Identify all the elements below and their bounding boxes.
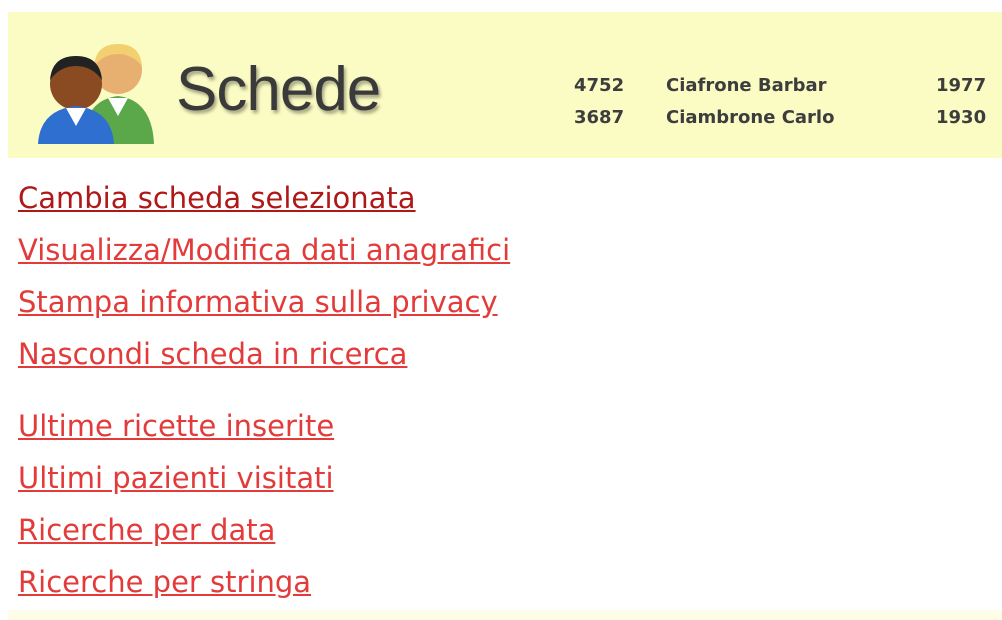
patient-name: Ciambrone Carlo: [666, 107, 835, 128]
change-selected-record-link[interactable]: Cambia scheda selezionata: [18, 172, 1002, 224]
patient-id: 3687: [574, 107, 625, 128]
hide-record-in-search-link[interactable]: Nascondi scheda in ricerca: [18, 328, 1002, 380]
header-bar: Schede 4752 Ciafrone Barbar 1977 3687 Ci…: [8, 12, 1002, 158]
patient-id: 4752: [574, 75, 625, 96]
print-privacy-notice-link[interactable]: Stampa informativa sulla privacy: [18, 276, 1002, 328]
footer-strip: [8, 610, 1002, 620]
patient-name: Ciafrone Barbar: [666, 75, 827, 96]
patient-birth-year: 1977: [936, 75, 987, 96]
menu-group-separator: [18, 380, 1002, 400]
users-icon: [36, 40, 166, 144]
view-edit-personal-data-link[interactable]: Visualizza/Modifica dati anagrafici: [18, 224, 1002, 276]
page: Schede 4752 Ciafrone Barbar 1977 3687 Ci…: [0, 0, 1002, 620]
recent-patients-link[interactable]: Ultimi pazienti visitati: [18, 452, 1002, 504]
patient-birth-year: 1930: [936, 107, 987, 128]
app-title: Schede: [176, 55, 381, 124]
search-by-date-link[interactable]: Ricerche per data: [18, 504, 1002, 556]
latest-prescriptions-link[interactable]: Ultime ricette inserite: [18, 400, 1002, 452]
actions-menu: Cambia scheda selezionata Visualizza/Mod…: [18, 172, 1002, 608]
search-by-string-link[interactable]: Ricerche per stringa: [18, 556, 1002, 608]
